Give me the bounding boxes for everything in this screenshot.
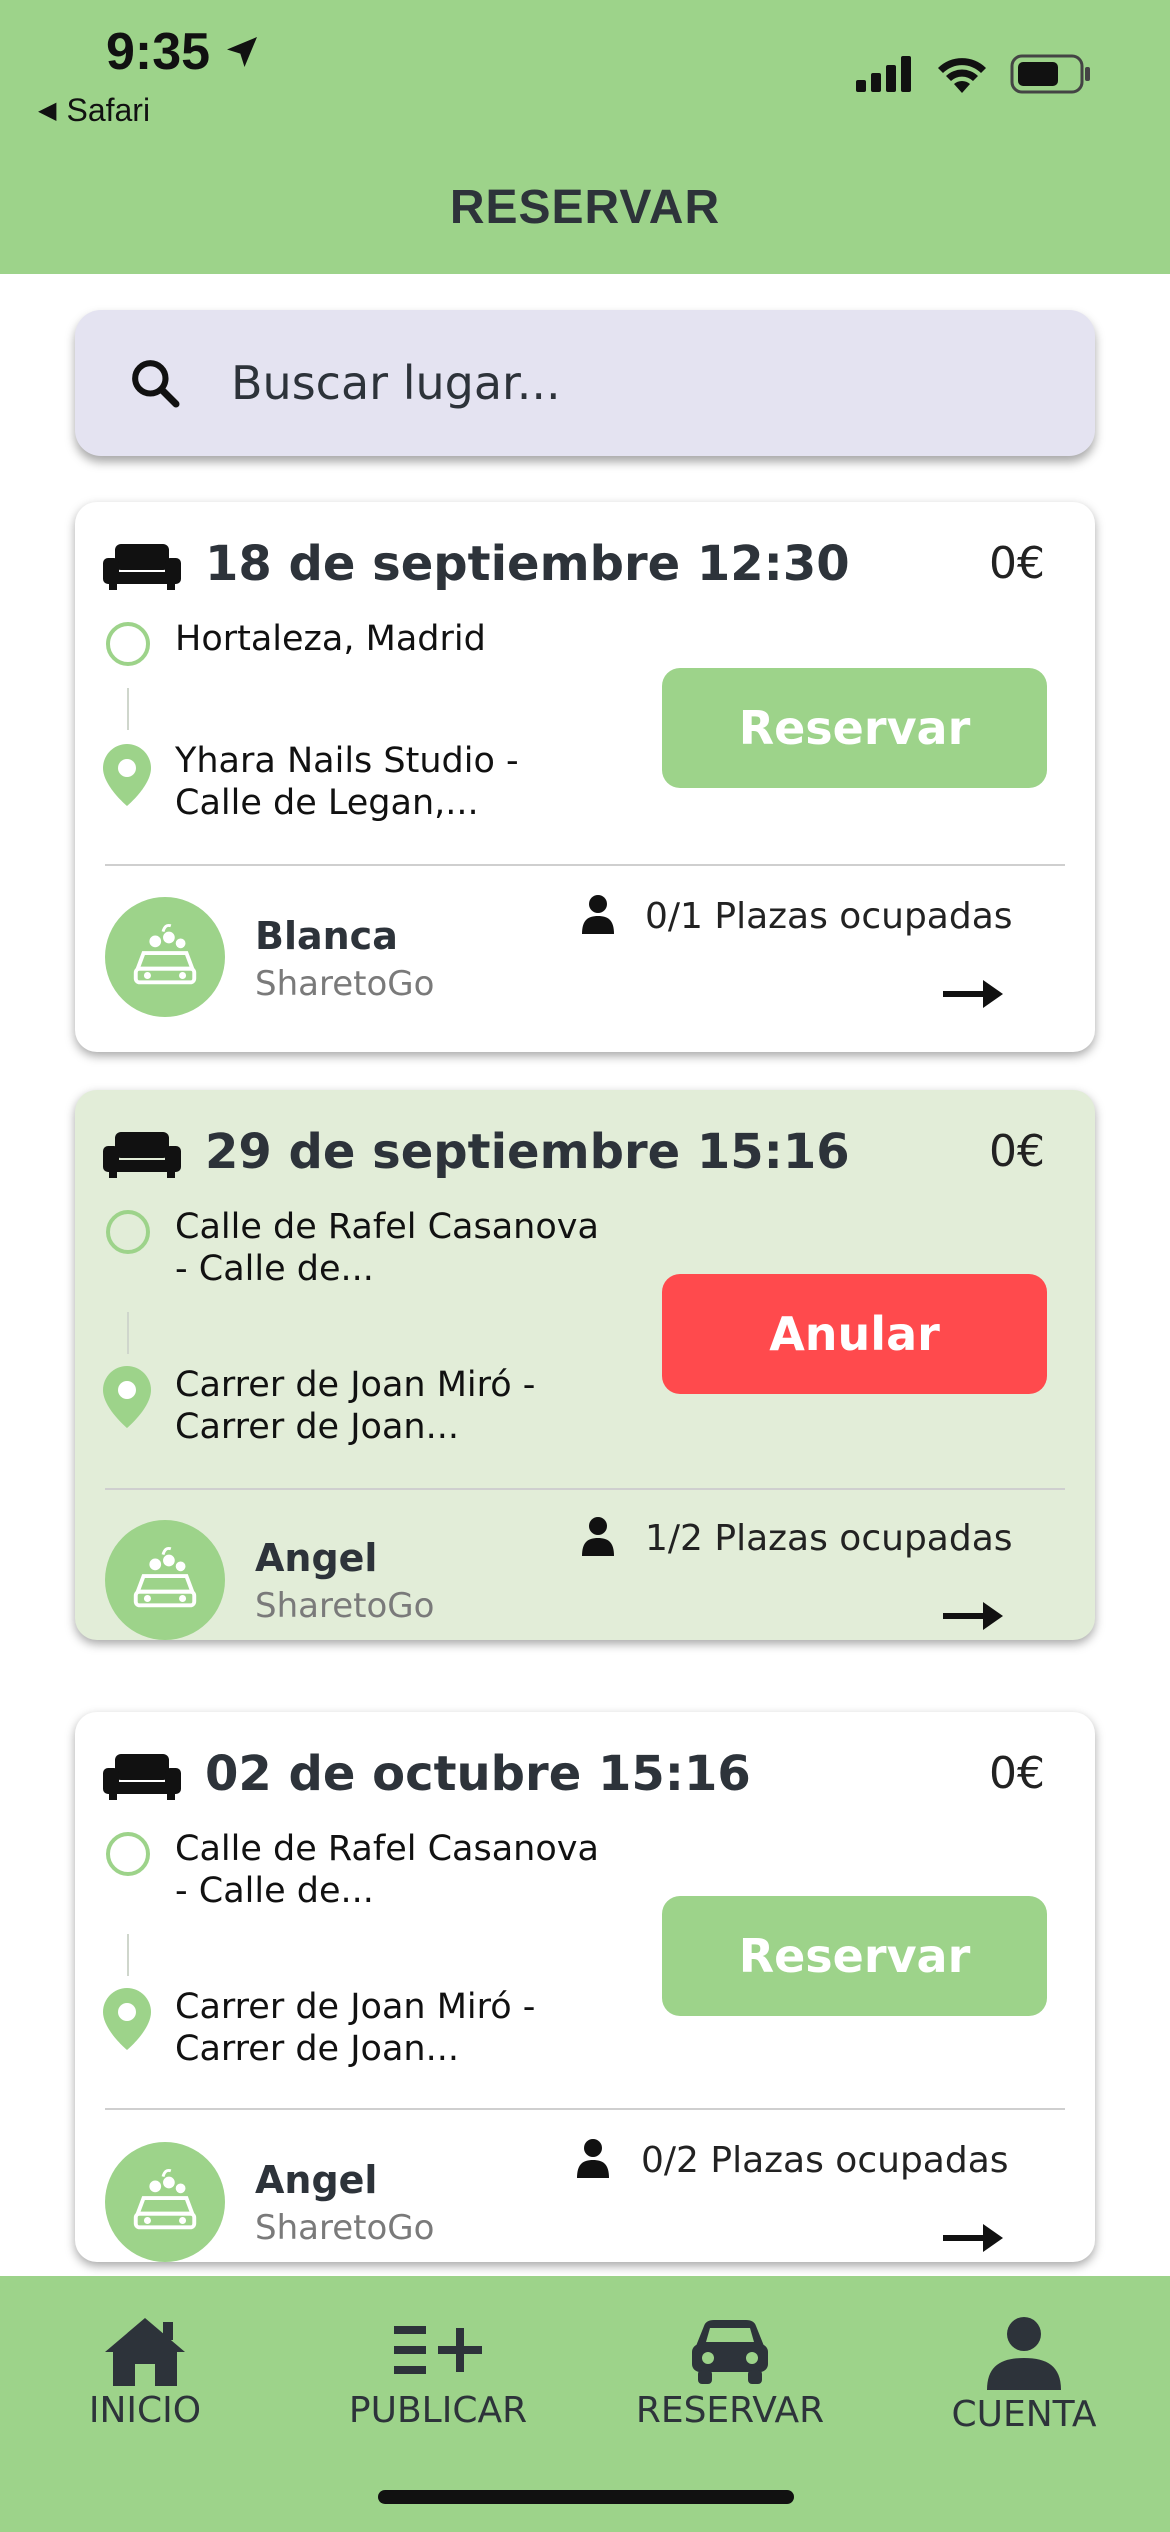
trip-price: 0€: [989, 1748, 1045, 1799]
wifi-icon: [938, 58, 986, 93]
person-icon: [582, 895, 614, 934]
driver-avatar: [105, 897, 225, 1017]
route-line: [127, 1312, 129, 1354]
nav-inicio[interactable]: INICIO: [25, 2316, 265, 2431]
arrow-right-icon[interactable]: [943, 1602, 1003, 1630]
driver-name: Blanca: [255, 914, 398, 958]
car-seat-icon: [103, 1754, 181, 1800]
car-logo-icon: [133, 923, 197, 985]
status-time: 9:35: [106, 22, 262, 82]
card-divider: [105, 864, 1065, 866]
car-logo-icon: [133, 1546, 197, 1608]
trip-origin: Calle de Rafel Casanova - Calle de...: [175, 1829, 599, 1911]
driver-avatar: [105, 2142, 225, 2262]
trip-card-booked[interactable]: 29 de septiembre 15:16 0€ Calle de Rafel…: [75, 1090, 1095, 1640]
trip-card[interactable]: 02 de octubre 15:16 0€ Calle de Rafel Ca…: [75, 1712, 1095, 2262]
person-icon: [577, 2139, 609, 2178]
origin-circle-icon: [106, 622, 150, 666]
cancel-button[interactable]: Anular: [662, 1274, 1047, 1394]
car-seat-icon: [103, 544, 181, 590]
arrow-right-icon[interactable]: [943, 2224, 1003, 2252]
route-line: [127, 688, 129, 730]
car-seat-icon: [103, 1132, 181, 1178]
seats-occupied: 1/2 Plazas ocupadas: [645, 1518, 1013, 1559]
home-indicator[interactable]: [378, 2490, 794, 2504]
trip-destination: Yhara Nails Studio - Calle de Legan,...: [175, 741, 519, 823]
driver-organization: SharetoGo: [255, 2208, 435, 2248]
back-triangle-icon: ◀: [38, 97, 57, 124]
home-icon: [105, 2318, 185, 2386]
app-header: 9:35 ◀ Safari RESERVAR: [0, 0, 1170, 274]
driver-name: Angel: [255, 1536, 378, 1580]
driver-organization: SharetoGo: [255, 1586, 435, 1626]
signal-icon: [856, 56, 911, 92]
map-pin-icon: [103, 1988, 151, 2050]
map-pin-icon: [103, 1366, 151, 1428]
trip-date: 18 de septiembre 12:30: [205, 536, 850, 592]
origin-circle-icon: [106, 1210, 150, 1254]
map-pin-icon: [103, 744, 151, 806]
trip-date: 29 de septiembre 15:16: [205, 1124, 850, 1180]
user-icon: [987, 2317, 1061, 2390]
location-arrow-icon: [227, 37, 258, 67]
seats-occupied: 0/2 Plazas ocupadas: [641, 2140, 1009, 2181]
nav-publicar[interactable]: PUBLICAR: [318, 2316, 558, 2431]
page-title: RESERVAR: [449, 181, 721, 234]
list-add-icon: [394, 2326, 482, 2374]
trip-card[interactable]: 18 de septiembre 12:30 0€ Hortaleza, Mad…: [75, 502, 1095, 1052]
search-icon: [127, 355, 183, 411]
person-icon: [582, 1517, 614, 1556]
nav-reservar[interactable]: RESERVAR: [610, 2316, 850, 2431]
seats-occupied: 0/1 Plazas ocupadas: [645, 896, 1013, 937]
trip-destination: Carrer de Joan Miró - Carrer de Joan...: [175, 1365, 536, 1447]
reserve-button[interactable]: Reservar: [662, 1896, 1047, 2016]
status-icons: [856, 54, 1092, 94]
origin-circle-icon: [106, 1832, 150, 1876]
search-input[interactable]: [231, 356, 991, 410]
trip-destination: Carrer de Joan Miró - Carrer de Joan...: [175, 1987, 536, 2069]
reserve-button[interactable]: Reservar: [662, 668, 1047, 788]
card-divider: [105, 1488, 1065, 1490]
search-bar[interactable]: [75, 310, 1095, 456]
card-divider: [105, 2108, 1065, 2110]
trip-price: 0€: [989, 1126, 1045, 1177]
trip-origin: Hortaleza, Madrid: [175, 619, 486, 659]
route-line: [127, 1934, 129, 1976]
trip-date: 02 de octubre 15:16: [205, 1746, 751, 1802]
driver-avatar: [105, 1520, 225, 1640]
nav-cuenta[interactable]: CUENTA: [904, 2316, 1144, 2435]
driver-organization: SharetoGo: [255, 964, 435, 1004]
driver-name: Angel: [255, 2158, 378, 2202]
trip-origin: Calle de Rafel Casanova - Calle de...: [175, 1207, 599, 1289]
back-to-safari[interactable]: ◀ Safari: [38, 92, 150, 129]
arrow-right-icon[interactable]: [943, 980, 1003, 1008]
car-icon: [692, 2320, 768, 2384]
battery-icon: [1010, 54, 1090, 94]
trip-price: 0€: [989, 538, 1045, 589]
car-logo-icon: [133, 2168, 197, 2230]
